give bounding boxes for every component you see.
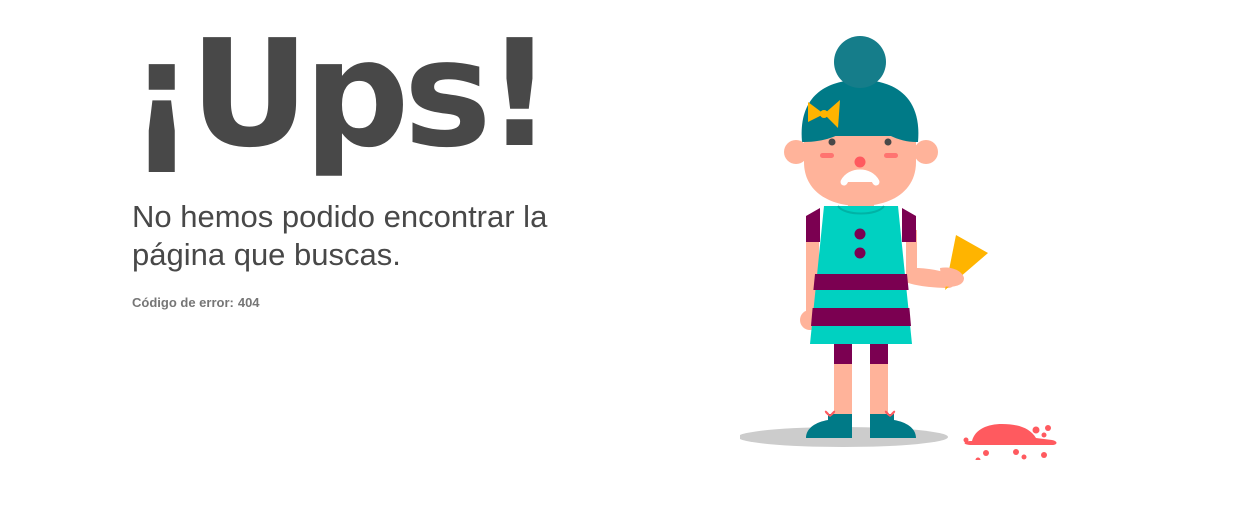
nose (854, 156, 866, 168)
hair-bun (834, 36, 886, 88)
page-title: ¡Ups! (128, 8, 553, 180)
error-code-line: Código de error: 404 (132, 295, 652, 310)
ice-cream-splat (963, 424, 1057, 460)
legs (834, 342, 888, 424)
sad-girl-illustration (740, 36, 1057, 460)
error-message: No hemos podido encontrar la página que … (132, 199, 548, 272)
error-code-value: 404 (237, 294, 260, 310)
error-code-label: Código de error: (132, 294, 234, 310)
error-content: ¡Ups! No hemos podido encontrar la págin… (128, 20, 652, 310)
